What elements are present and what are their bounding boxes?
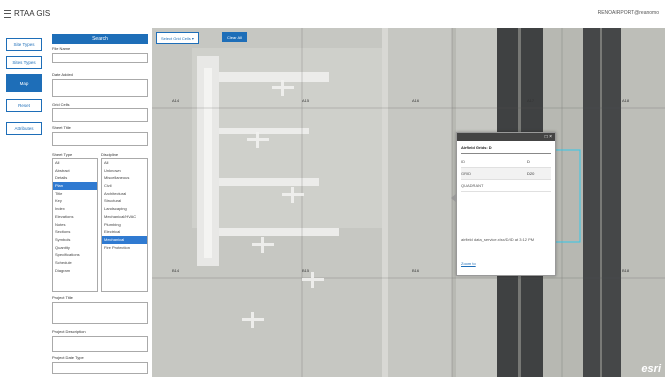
discipline-option[interactable]: Architectural (102, 190, 147, 198)
discipline-option[interactable]: All (102, 159, 147, 167)
search-panel: Search File Name Date Added Grid Cells S… (48, 28, 153, 377)
grid-label: B16 (412, 268, 420, 273)
popup-divider (461, 153, 551, 154)
popup-row-value: D20 (527, 171, 535, 176)
discipline-option[interactable]: Plumbing (102, 221, 147, 229)
grid-label: A16 (412, 98, 420, 103)
discipline-option[interactable]: Mechanical (102, 235, 147, 244)
discipline-option[interactable]: Civil (102, 182, 147, 190)
discipline-option[interactable]: Electrical (102, 228, 147, 236)
popup-pointer (451, 193, 457, 203)
grid-label: B15 (302, 268, 310, 273)
sheet-type-option[interactable]: Symbols (53, 236, 97, 244)
aerial-imagery (152, 28, 665, 377)
sheet-type-option[interactable]: Index (53, 205, 97, 213)
left-nav: Site Types Sites Types Map Reset Attribu… (0, 28, 49, 377)
project-title-label: Project Title (52, 295, 73, 300)
app-title: RTAA GIS (14, 9, 51, 18)
discipline-list[interactable]: All Unknown Miscellaneous Civil Architectura… (101, 158, 148, 292)
sheet-type-option[interactable]: Notes (53, 221, 97, 229)
nav-site-types[interactable]: Site Types (6, 38, 42, 51)
top-bar: RTAA GIS RENOAIRPORT@reanomo (0, 0, 665, 29)
nav-attributes[interactable]: Attributes (6, 122, 42, 135)
sheet-type-option[interactable]: Quantity (53, 244, 97, 252)
sheet-type-option[interactable]: Schedule (53, 259, 97, 267)
close-icon[interactable]: □ × (545, 134, 552, 140)
discipline-option[interactable]: Miscellaneous (102, 174, 147, 182)
popup-header: □ × (457, 133, 555, 141)
project-date-label: Project Date Type (52, 355, 84, 360)
discipline-option[interactable]: Mechanical/HVAC (102, 213, 147, 221)
grid-label: A15 (302, 98, 310, 103)
sheet-type-option[interactable]: Plan (53, 182, 97, 190)
grid-cells-input[interactable] (52, 108, 148, 122)
sheet-type-option[interactable]: Title (53, 190, 97, 198)
nav-reset[interactable]: Reset (6, 99, 42, 112)
sheet-type-option[interactable]: Specifications (53, 251, 97, 259)
popup-row-key: QUADRANT (461, 183, 484, 188)
sheet-type-option[interactable]: All (53, 159, 97, 167)
discipline-option[interactable]: Fire Protection (102, 244, 147, 252)
date-added-input[interactable] (52, 79, 148, 97)
popup-row: GRID D20 (461, 168, 551, 180)
sheet-type-list[interactable]: All Abstract Details Plan Title Key Index Eleva… (52, 158, 98, 292)
popup-title: Airfield Grids: D (461, 145, 492, 150)
grid-label: A17 (527, 98, 535, 103)
feature-popup[interactable]: □ × Airfield Grids: D ID D GRID D20 QUAD… (451, 132, 556, 276)
nav-sites-types[interactable]: Sites Types (6, 56, 42, 69)
search-button[interactable]: Search (52, 34, 148, 44)
sheet-type-option[interactable]: Key (53, 197, 97, 205)
sheet-title-input[interactable] (52, 132, 148, 146)
popup-row: QUADRANT (461, 180, 551, 192)
nav-map[interactable]: Map (6, 74, 42, 92)
discipline-option[interactable]: Structural (102, 197, 147, 205)
clear-all-button[interactable]: Clear All (222, 32, 247, 42)
grid-label: B14 (172, 268, 180, 273)
user-account[interactable]: RENOAIRPORT@reanomo (598, 10, 659, 16)
grid-label: A18 (622, 98, 630, 103)
sheet-title-label: Sheet Title (52, 125, 71, 130)
sheet-type-option[interactable]: Sections (53, 228, 97, 236)
popup-row-value: D (527, 159, 530, 164)
popup-row-key: GRID (461, 171, 471, 176)
date-added-label: Date Added (52, 72, 73, 77)
file-name-input[interactable] (52, 53, 148, 63)
sheet-type-option[interactable]: Details (53, 174, 97, 182)
sheet-type-option[interactable]: Elevations (53, 213, 97, 221)
project-date-input[interactable] (52, 362, 148, 374)
popup-note: airfield data_service.xlsx/D/ID at 3:12 … (461, 237, 535, 242)
project-description-label: Project Description (52, 329, 86, 334)
sheet-type-option[interactable]: Diagram (53, 267, 97, 275)
file-name-label: File Name (52, 46, 71, 51)
popup-row: ID D (461, 156, 551, 168)
discipline-label: Discipline (101, 152, 119, 157)
discipline-option[interactable]: Landscaping (102, 205, 147, 213)
popup-row-key: ID (461, 159, 465, 164)
grid-cells-label: Grid Cells (52, 102, 70, 107)
menu-icon[interactable] (4, 10, 11, 18)
esri-logo: esri (641, 363, 661, 375)
sheet-type-label: Sheet Type (52, 152, 73, 157)
zoom-to-link[interactable]: Zoom to (461, 261, 476, 266)
discipline-option[interactable]: Unknown (102, 167, 147, 175)
grid-label: B18 (622, 268, 630, 273)
grid-label: A14 (172, 98, 180, 103)
select-grid-cells-dropdown[interactable]: Select Grid Cells ▾ (156, 32, 199, 44)
sheet-type-option[interactable]: Abstract (53, 167, 97, 175)
map-view[interactable]: Select Grid Cells ▾ Clear All A14 A15 A1… (152, 28, 665, 377)
project-title-input[interactable] (52, 302, 148, 324)
project-description-input[interactable] (52, 336, 148, 352)
